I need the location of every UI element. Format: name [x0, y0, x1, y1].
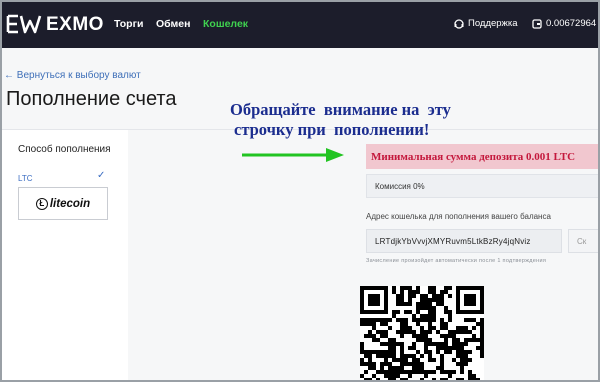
copy-address-button[interactable]: Ск [568, 229, 598, 253]
top-navigation-bar: EXMO Торги Обмен Кошелек Поддержка 0.006… [2, 2, 598, 48]
nav-trading[interactable]: Торги [114, 18, 143, 30]
support-link[interactable]: Поддержка [454, 18, 518, 29]
fee-field: Комиссия 0% [366, 174, 598, 198]
wallet-icon [532, 18, 542, 29]
balance-display[interactable]: 0.00672964 BTC [532, 18, 598, 29]
support-icon [454, 18, 464, 29]
method-panel [2, 130, 128, 380]
litecoin-method-card[interactable]: Ł litecoin [18, 187, 108, 220]
address-note: Зачисление произойдет автоматически посл… [366, 258, 547, 264]
nav-exchange[interactable]: Обмен [156, 18, 190, 30]
page-title: Пополнение счета [6, 88, 177, 110]
back-to-currencies-link[interactable]: ← Вернуться к выбору валют [4, 70, 141, 81]
min-deposit-text: Минимальная сумма депозита 0.001 LTC [371, 150, 576, 163]
copy-button-label: Ск [577, 236, 587, 246]
wallet-address-field[interactable]: LRTdjkYbVvvjXMYRuvm5LtkBzRy4jqNviz [366, 229, 562, 253]
balance-value: 0.00672964 BTC [546, 18, 598, 29]
brand-name[interactable]: EXMO [46, 14, 104, 36]
exmo-logo-icon[interactable] [6, 13, 44, 35]
nav-wallet[interactable]: Кошелек [203, 18, 248, 30]
fee-text: Комиссия 0% [375, 181, 425, 191]
selected-currency-label: LTC [18, 174, 33, 183]
method-label: Способ пополнения [18, 144, 111, 155]
support-label: Поддержка [468, 18, 518, 29]
address-label: Адрес кошелька для пополнения вашего бал… [366, 212, 551, 221]
litecoin-label: litecoin [49, 197, 91, 210]
wallet-address-value: LRTdjkYbVvvjXMYRuvm5LtkBzRy4jqNviz [375, 236, 531, 246]
annotation-line-1: Обращайте внимание на эту [230, 100, 451, 119]
min-deposit-warning: Минимальная сумма депозита 0.001 LTC [366, 144, 598, 169]
qr-code [360, 286, 484, 380]
annotation-line-2: строчку при пополнении! [234, 120, 430, 139]
arrow-right-icon [242, 148, 344, 162]
annotation-note: Обращайте внимание на эту строчку при по… [230, 100, 470, 140]
litecoin-icon: Ł [35, 197, 48, 210]
check-icon: ✓ [97, 170, 106, 181]
page-frame: EXMO Торги Обмен Кошелек Поддержка 0.006… [0, 0, 600, 382]
